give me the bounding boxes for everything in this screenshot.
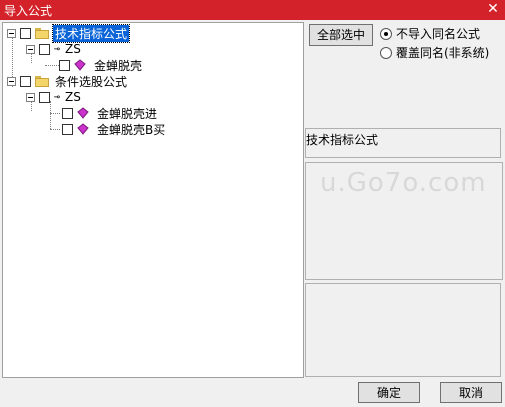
- formula-category-label: 技术指标公式: [306, 133, 379, 147]
- tree-checkbox[interactable]: [20, 75, 31, 87]
- ok-button[interactable]: 确定: [358, 382, 420, 403]
- tree-checkbox[interactable]: [39, 91, 50, 103]
- option-overwrite-same-name[interactable]: 覆盖同名(非系统): [380, 44, 489, 61]
- import-formula-dialog: 导入公式 ✕ 技术指标公式 ⊸ ZS 金蝉脱壳 条件选股公式 ⊸ ZS 金蝉脱壳…: [0, 0, 505, 407]
- formula-icon: [77, 123, 91, 135]
- option-label: 覆盖同名(非系统): [396, 46, 490, 60]
- title-bar: 导入公式 ✕: [0, 0, 505, 20]
- collapse-icon[interactable]: [7, 76, 16, 86]
- collapse-icon[interactable]: [26, 92, 35, 102]
- tree-node-label[interactable]: ZS: [63, 90, 83, 104]
- tree-node-zs[interactable]: ⊸ ZS: [26, 89, 83, 105]
- collapse-icon[interactable]: [7, 28, 16, 38]
- cancel-button[interactable]: 取消: [440, 382, 502, 403]
- tree-node-formula[interactable]: 金蝉脱壳B买: [62, 121, 167, 137]
- radio-button[interactable]: [380, 46, 392, 59]
- formula-icon: [74, 59, 88, 71]
- watermark: u.Go7o.com: [320, 168, 487, 198]
- select-all-button[interactable]: 全部选中: [309, 24, 373, 46]
- tree-node-zs[interactable]: ⊸ ZS: [26, 41, 83, 57]
- formula-tree[interactable]: 技术指标公式 ⊸ ZS 金蝉脱壳 条件选股公式 ⊸ ZS 金蝉脱壳进 金蝉脱壳B…: [2, 22, 304, 378]
- tree-checkbox[interactable]: [20, 27, 31, 39]
- tree-node-label[interactable]: 金蝉脱壳: [92, 57, 144, 74]
- tree-connector: [50, 113, 60, 114]
- close-icon[interactable]: ✕: [485, 1, 501, 17]
- key-icon: ⊸: [54, 43, 60, 55]
- option-no-import-same-name[interactable]: 不导入同名公式: [380, 25, 480, 42]
- tree-node-formula[interactable]: 金蝉脱壳: [45, 57, 144, 73]
- tree-node-label[interactable]: 技术指标公式: [51, 23, 131, 43]
- tree-connector: [50, 101, 51, 129]
- tree-connector: [50, 129, 60, 130]
- tree-checkbox[interactable]: [39, 43, 50, 55]
- tree-node-label[interactable]: 条件选股公式: [53, 73, 129, 90]
- formula-detail-panel: [305, 283, 501, 377]
- window-title: 导入公式: [4, 4, 53, 18]
- tree-node-label[interactable]: 金蝉脱壳B买: [95, 121, 167, 138]
- key-icon: ⊸: [54, 91, 60, 103]
- tree-node-label[interactable]: ZS: [63, 42, 83, 56]
- tree-node-label[interactable]: 金蝉脱壳进: [95, 105, 159, 122]
- formula-icon: [77, 107, 91, 119]
- tree-node-stock-selection[interactable]: 条件选股公式: [7, 73, 129, 89]
- folder-icon: [35, 27, 49, 39]
- tree-checkbox[interactable]: [62, 107, 73, 119]
- option-label: 不导入同名公式: [396, 27, 481, 41]
- folder-icon: [35, 75, 49, 87]
- radio-button[interactable]: [380, 27, 392, 40]
- tree-checkbox[interactable]: [59, 59, 70, 71]
- tree-checkbox[interactable]: [62, 123, 73, 135]
- tree-node-technical-indicators[interactable]: 技术指标公式: [7, 23, 131, 43]
- collapse-icon[interactable]: [26, 44, 35, 54]
- tree-node-formula[interactable]: 金蝉脱壳进: [62, 105, 159, 121]
